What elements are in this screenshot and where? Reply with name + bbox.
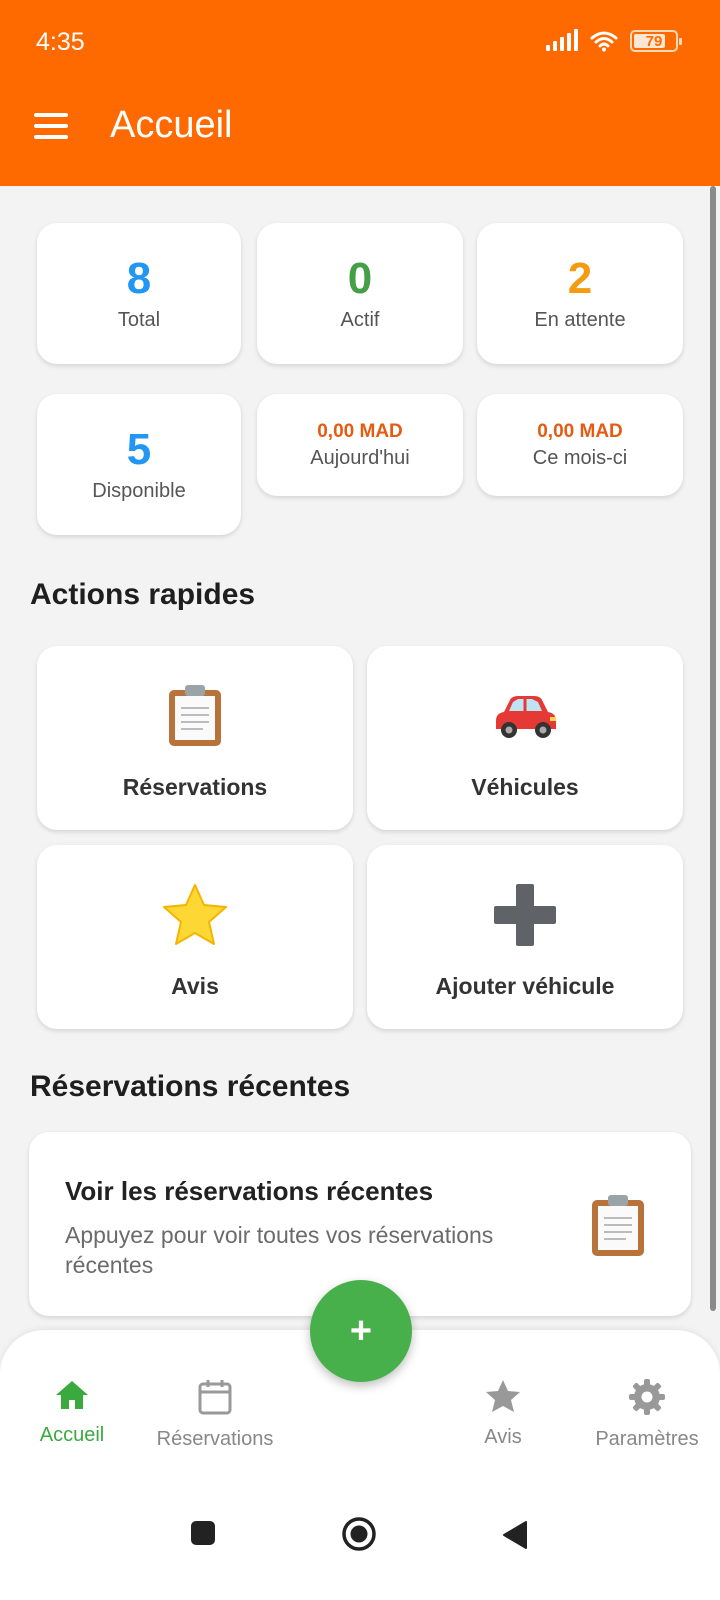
- back-button[interactable]: [502, 1520, 528, 1555]
- stat-actif-label: Actif: [340, 309, 380, 332]
- battery-percent: 79: [645, 32, 663, 50]
- calendar-icon: [198, 1380, 232, 1415]
- scrollbar[interactable]: [710, 186, 716, 1311]
- gear-icon: [629, 1379, 665, 1415]
- stat-total-label: Total: [117, 309, 161, 332]
- stat-card-aujourdhui: 0,00 MAD Aujourd'hui: [257, 394, 463, 496]
- section-title-actions: Actions rapides: [30, 578, 256, 611]
- action-vehicules-button[interactable]: Véhicules: [367, 646, 683, 830]
- home-icon: [56, 1381, 88, 1409]
- clipboard-icon: [166, 684, 224, 748]
- stat-card-ce-mois: 0,00 MAD Ce mois-ci: [477, 394, 683, 496]
- nav-label-avis: Avis: [484, 1426, 522, 1448]
- stat-aujourdhui-label: Aujourd'hui: [310, 446, 410, 469]
- stat-attente-value: 2: [567, 253, 593, 303]
- nav-item-avis[interactable]: Avis: [428, 1378, 578, 1449]
- nav-item-reservations[interactable]: Réservations: [140, 1378, 290, 1451]
- battery-icon: 79: [630, 30, 682, 52]
- stat-attente-label: En attente: [534, 309, 626, 332]
- wifi-icon: [590, 31, 618, 52]
- app-header: 4:35 79 Accueil: [0, 0, 720, 186]
- stat-mois-label: Ce mois-ci: [532, 446, 628, 469]
- clipboard-icon: [589, 1194, 647, 1263]
- stat-aujourdhui-value: 0,00 MAD: [317, 420, 403, 442]
- action-avis-label: Avis: [171, 973, 219, 999]
- recent-card-title: Voir les réservations récentes: [65, 1176, 434, 1206]
- action-ajouter-vehicule-button[interactable]: Ajouter véhicule: [367, 845, 683, 1029]
- car-icon: [490, 684, 560, 748]
- menu-icon[interactable]: [34, 113, 68, 139]
- action-ajouter-vehicule-label: Ajouter véhicule: [435, 973, 615, 999]
- stat-mois-value: 0,00 MAD: [537, 420, 623, 442]
- stat-disponible-label: Disponible: [92, 480, 186, 503]
- page-title: Accueil: [110, 104, 233, 146]
- signal-icon: [546, 29, 578, 51]
- add-fab-button[interactable]: +: [310, 1280, 412, 1382]
- triangle-back-icon: [503, 1521, 527, 1549]
- recent-card-subtitle: Appuyez pour voir toutes vos réservation…: [65, 1222, 494, 1279]
- action-vehicules-label: Véhicules: [471, 774, 579, 800]
- stat-card-actif: 0 Actif: [257, 223, 463, 364]
- nav-item-parametres[interactable]: Paramètres: [572, 1378, 720, 1451]
- home-button[interactable]: [341, 1516, 377, 1557]
- star-icon: [486, 1380, 520, 1412]
- star-icon: [161, 883, 229, 947]
- stat-actif-value: 0: [347, 253, 373, 303]
- nav-label-accueil: Accueil: [39, 1424, 105, 1446]
- nav-label-reservations: Réservations: [156, 1428, 274, 1450]
- recents-button[interactable]: [190, 1520, 216, 1551]
- plus-icon: [492, 883, 558, 947]
- system-navigation-bar: [0, 1480, 720, 1600]
- action-avis-button[interactable]: Avis: [37, 845, 353, 1029]
- stat-card-disponible: 5 Disponible: [37, 394, 241, 535]
- square-icon: [191, 1521, 215, 1545]
- stat-card-en-attente: 2 En attente: [477, 223, 683, 364]
- action-reservations-label: Réservations: [122, 774, 268, 800]
- stat-card-total: 8 Total: [37, 223, 241, 364]
- action-reservations-button[interactable]: Réservations: [37, 646, 353, 830]
- section-title-recent: Réservations récentes: [30, 1070, 351, 1103]
- nav-item-accueil[interactable]: Accueil: [0, 1378, 147, 1447]
- stat-disponible-value: 5: [126, 424, 152, 474]
- stat-total-value: 8: [126, 253, 152, 303]
- status-time: 4:35: [36, 28, 85, 56]
- circle-icon: [342, 1517, 376, 1551]
- status-icons: 79: [546, 29, 682, 52]
- nav-label-parametres: Paramètres: [595, 1428, 699, 1450]
